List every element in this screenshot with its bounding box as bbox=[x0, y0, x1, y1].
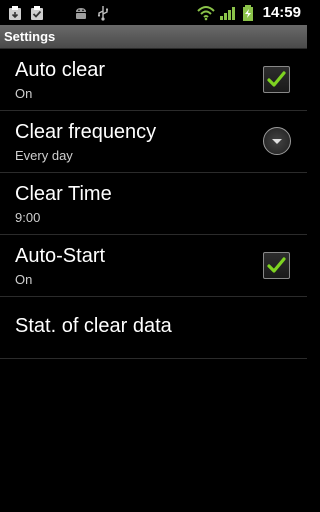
check-icon bbox=[267, 71, 286, 87]
pref-auto-start[interactable]: Auto-Start On bbox=[0, 235, 307, 297]
pref-summary: 9:00 bbox=[15, 210, 41, 225]
pref-summary: Every day bbox=[15, 148, 73, 163]
pref-clear-frequency[interactable]: Clear frequency Every day bbox=[0, 111, 307, 173]
pref-title: Auto-Start bbox=[15, 245, 106, 267]
pref-stat-clear-data[interactable]: Stat. of clear data bbox=[0, 297, 307, 359]
status-clock: 14:59 bbox=[262, 4, 301, 21]
android-icon bbox=[73, 5, 89, 21]
pref-auto-clear[interactable]: Auto clear On bbox=[0, 49, 307, 111]
battery-charging-icon bbox=[241, 4, 257, 21]
clipboard-check-icon bbox=[29, 5, 45, 21]
check-icon bbox=[267, 257, 286, 273]
page-title: Settings bbox=[4, 29, 56, 44]
pref-title: Stat. of clear data bbox=[15, 315, 172, 337]
auto-start-checkbox[interactable] bbox=[263, 252, 290, 279]
wifi-icon bbox=[196, 5, 215, 21]
signal-icon bbox=[219, 5, 235, 21]
preferences-list: Auto clear On Clear frequency Every day … bbox=[0, 49, 307, 359]
status-bar: 14:59 bbox=[0, 0, 307, 25]
pref-summary: On bbox=[15, 272, 33, 287]
clear-frequency-dropdown[interactable] bbox=[263, 127, 291, 155]
usb-icon bbox=[95, 5, 111, 21]
pref-clear-time[interactable]: Clear Time 9:00 bbox=[0, 173, 307, 235]
auto-clear-checkbox[interactable] bbox=[263, 66, 290, 93]
title-bar: Settings bbox=[0, 25, 307, 49]
pref-summary: On bbox=[15, 86, 33, 101]
pref-title: Clear frequency bbox=[15, 121, 157, 143]
chevron-down-icon bbox=[272, 139, 282, 144]
clipboard-icon bbox=[7, 5, 23, 21]
pref-title: Clear Time bbox=[15, 183, 112, 205]
pref-title: Auto clear bbox=[15, 59, 106, 81]
